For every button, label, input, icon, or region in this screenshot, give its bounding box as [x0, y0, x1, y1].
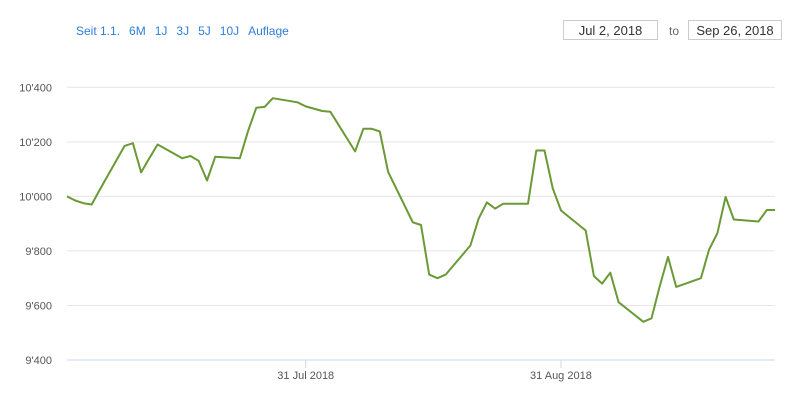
line-chart: 9'400 9'600 9'800 10'000 10'200 10'400 31 Jul… [19, 82, 775, 382]
y-tick-label: 10'200 [19, 137, 52, 149]
series-line [66, 97, 775, 323]
series-layer [66, 97, 775, 323]
y-tick-label: 9'800 [25, 246, 52, 258]
y-axis-labels: 9'400 9'600 9'800 10'000 10'200 10'400 [19, 82, 52, 367]
x-tick-label: 31 Aug 2018 [530, 370, 592, 382]
y-tick-label: 10'400 [19, 82, 52, 94]
x-axis-labels: 31 Jul 2018 31 Aug 2018 [277, 370, 592, 382]
y-tick-label: 9'400 [25, 355, 52, 367]
x-axis [67, 359, 775, 368]
y-tick-label: 9'600 [25, 300, 52, 312]
y-tick-label: 10'000 [19, 191, 52, 203]
x-tick-label: 31 Jul 2018 [277, 370, 334, 382]
grid-lines [67, 86, 775, 306]
